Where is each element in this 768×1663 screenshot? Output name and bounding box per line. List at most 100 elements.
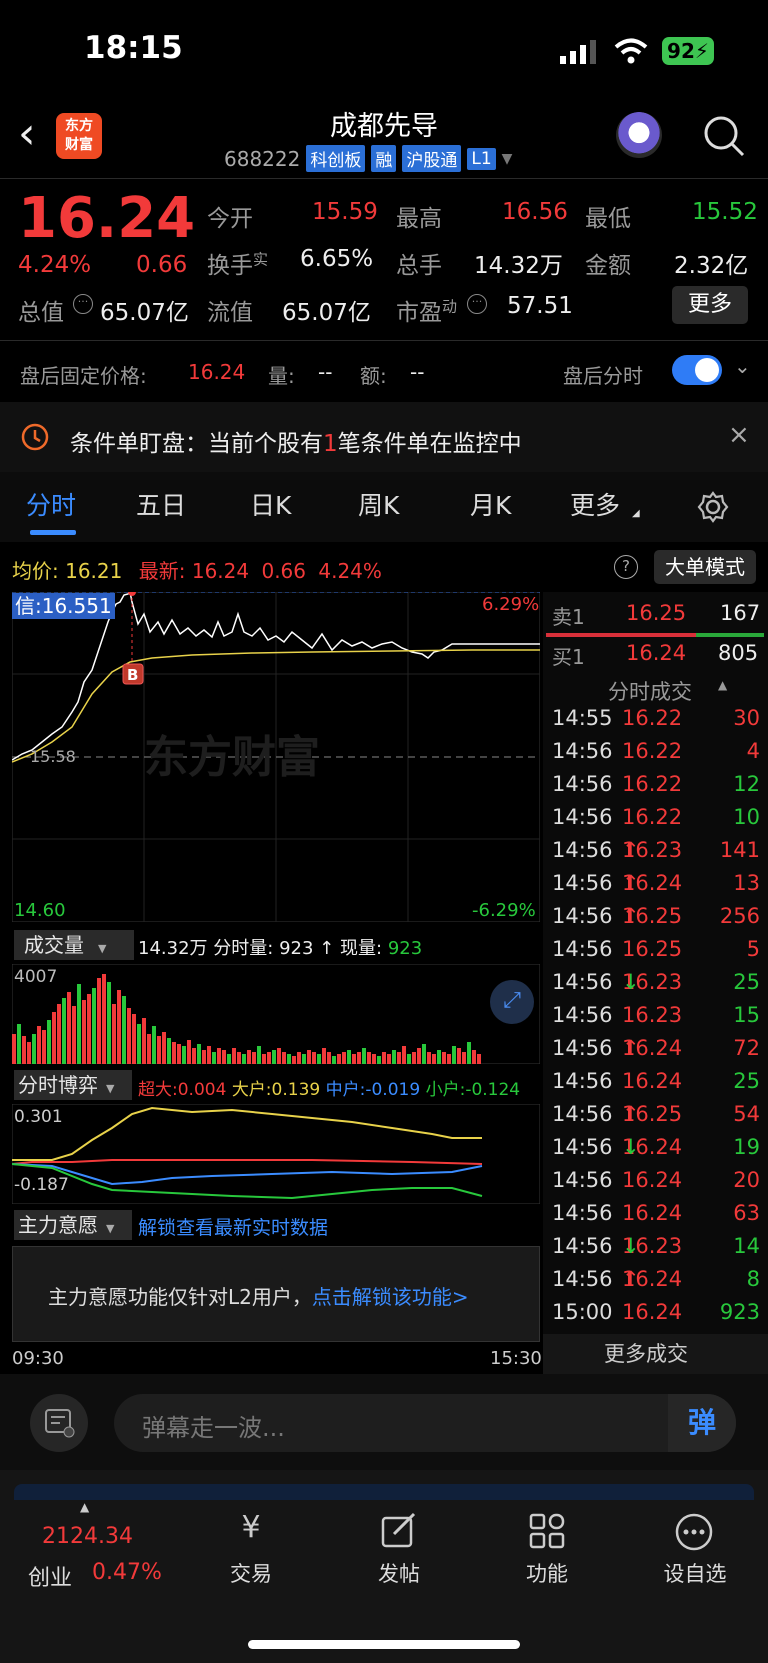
volume-chart[interactable] <box>12 964 540 1064</box>
turnover-label: 换手实 <box>207 246 268 280</box>
game-selector[interactable]: 分时博弈 ▼ <box>14 1070 132 1100</box>
trade-icon[interactable]: ¥ <box>196 1510 306 1545</box>
index-value[interactable]: 2124.34 <box>42 1524 133 1549</box>
search-icon[interactable] <box>702 114 746 158</box>
grid-icon[interactable] <box>528 1512 566 1550</box>
time-start: 09:30 <box>12 1348 64 1369</box>
tag-l1: L1 <box>467 147 496 170</box>
trade-time: 14:56 <box>552 1069 613 1093</box>
trade-time: 15:00 <box>552 1300 613 1324</box>
volume-bar <box>372 1054 376 1064</box>
tab-wuri[interactable]: 五日 <box>136 486 186 522</box>
volume-bar <box>12 1034 16 1064</box>
chevron-down-icon[interactable]: ▼ <box>502 151 513 167</box>
volume-bar <box>407 1054 411 1064</box>
after-price: 16.24 <box>188 360 246 384</box>
game-chart[interactable] <box>12 1104 540 1204</box>
volume-bar <box>387 1054 391 1064</box>
trades-title[interactable]: 分时成交 <box>608 676 692 706</box>
after-hours-toggle[interactable] <box>672 355 722 385</box>
pe-info-icon[interactable]: ··· <box>467 294 487 314</box>
high-label: 最高 <box>396 206 442 232</box>
big-order-mode-button[interactable]: 大单模式 <box>654 550 756 584</box>
avg-label: 均价: <box>12 559 59 583</box>
float-value: 65.07亿 <box>282 300 371 326</box>
nav-trade[interactable]: 交易 <box>196 1558 306 1588</box>
signal-icon <box>560 40 596 64</box>
edit-icon[interactable] <box>380 1512 418 1550</box>
more-trades-button[interactable]: 更多成交 <box>604 1338 688 1368</box>
after-vol-label: 量: <box>268 364 295 388</box>
trade-vol: 5 <box>746 937 760 961</box>
help-icon[interactable]: ? <box>614 555 638 579</box>
close-icon[interactable]: × <box>728 420 750 450</box>
trade-time: 14:56 <box>552 871 613 895</box>
zl-selector[interactable]: 主力意愿 ▼ <box>14 1210 132 1240</box>
volume-bar <box>397 1052 401 1064</box>
tab-fenshi[interactable]: 分时 <box>26 486 76 522</box>
volume-bar <box>157 1036 161 1064</box>
comment-placeholder: 弹幕走一波... <box>142 1414 285 1442</box>
home-indicator[interactable] <box>248 1640 520 1649</box>
high-value: 16.56 <box>502 199 568 225</box>
nav-top-strip <box>14 1484 754 1500</box>
volume-bar <box>97 978 101 1064</box>
volume-selector[interactable]: 成交量 ▼ <box>14 930 134 960</box>
trade-price-text: 16.22 <box>622 706 683 730</box>
last-label: 最新: <box>138 559 186 583</box>
trade-time: 14:56 <box>552 1135 613 1159</box>
price-chg: 0.66 <box>136 252 188 278</box>
volume-bar <box>377 1056 381 1064</box>
trade-time: 14:56 <box>552 970 613 994</box>
tab-zhouk[interactable]: 周K <box>358 486 399 522</box>
tag-kcb: 科创板 <box>306 145 366 172</box>
trade-time: 14:56 <box>552 739 613 763</box>
after-label: 盘后固定价格: <box>20 364 147 388</box>
chevron-down-icon: ▼ <box>98 942 107 955</box>
trade-arrow: ↓ <box>622 1234 640 1258</box>
tab-more[interactable]: 更多 <box>570 486 620 522</box>
caret-up-icon[interactable]: ▲ <box>80 1500 89 1514</box>
time-end: 15:30 <box>490 1348 542 1369</box>
more-button[interactable]: 更多 <box>672 286 748 324</box>
volume-bar <box>142 1018 146 1064</box>
volume-bar <box>182 1046 186 1064</box>
notice-text: 条件单盯盘：当前个股有1笔条件单在监控中 <box>70 424 522 458</box>
zl-unlock-button[interactable]: 点击解锁该功能> <box>312 1285 469 1309</box>
nav-function[interactable]: 功能 <box>492 1558 602 1588</box>
robot-avatar-icon[interactable] <box>616 112 662 158</box>
after-vol: -- <box>318 360 333 384</box>
info-icon[interactable]: ··· <box>73 294 93 314</box>
volume-total: 14.32万 <box>138 938 208 959</box>
chevron-down-icon[interactable]: ⌄ <box>734 354 751 378</box>
more-caret-icon: ◢ <box>632 508 640 519</box>
volume-bar <box>292 1056 296 1064</box>
intraday-chart[interactable]: 东方财富 B 15.58 <box>12 592 540 922</box>
nav-post[interactable]: 发帖 <box>344 1558 454 1588</box>
zl-unlock-link[interactable]: 解锁查看最新实时数据 <box>138 1213 328 1240</box>
tab-rik[interactable]: 日K <box>250 486 291 522</box>
tab-yuek[interactable]: 月K <box>470 486 511 522</box>
volume-bar <box>187 1040 191 1064</box>
expand-icon[interactable]: ⤢ <box>490 980 534 1024</box>
danmu-send-button[interactable]: 弹 <box>668 1394 736 1452</box>
fs-vol: 923 <box>279 938 314 959</box>
volume-bar <box>17 1024 21 1064</box>
volume-bar <box>227 1054 231 1064</box>
volume-bar <box>307 1050 311 1064</box>
more-dots-icon[interactable] <box>674 1512 714 1552</box>
bottom-pct: -6.29% <box>472 900 536 921</box>
trade-vol: 63 <box>733 1201 760 1225</box>
zl-label: 主力意愿 <box>18 1213 98 1237</box>
nav-watchlist[interactable]: 设自选 <box>640 1558 750 1588</box>
volume-bar <box>467 1042 471 1064</box>
volume-bar <box>342 1052 346 1064</box>
volume-bar <box>422 1044 426 1064</box>
index-pct[interactable]: 0.47% <box>92 1560 162 1585</box>
gear-icon[interactable] <box>696 490 730 524</box>
volume-bar <box>432 1054 436 1064</box>
index-name[interactable]: 创业 <box>28 1560 72 1592</box>
cur-vol-label: 现量: <box>340 938 383 959</box>
pe-label-text: 市盈 <box>396 300 442 326</box>
trade-price-text: 16.24 <box>622 1201 683 1225</box>
